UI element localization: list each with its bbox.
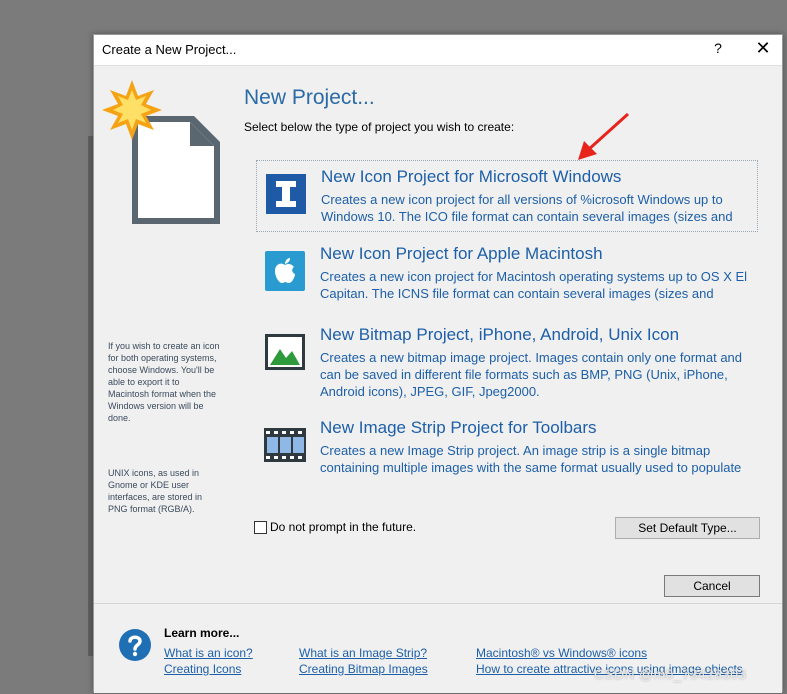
cancel-button[interactable]: Cancel: [664, 575, 760, 597]
dialog-body: If you wish to create an icon for both o…: [94, 65, 782, 603]
apple-icon: [265, 251, 305, 291]
link-what-is-image-strip[interactable]: What is an Image Strip?: [299, 646, 427, 660]
option-title: New Icon Project for Microsoft Windows: [321, 167, 622, 186]
option-title: New Bitmap Project, iPhone, Android, Uni…: [320, 325, 680, 344]
help-button[interactable]: ?: [708, 40, 728, 56]
title-bar: Create a New Project... ? ✕: [94, 35, 782, 65]
link-creating-bitmap-images[interactable]: Creating Bitmap Images: [299, 662, 428, 676]
landscape-image-icon: [265, 334, 305, 370]
new-document-icon: [102, 80, 220, 224]
option-image-strip-project[interactable]: New Image Strip Project for Toolbars Cre…: [256, 412, 758, 484]
annotation-arrow-icon: [578, 112, 630, 160]
link-creating-icons[interactable]: Creating Icons: [164, 662, 241, 676]
option-mac-icon-project[interactable]: New Icon Project for Apple Macintosh Cre…: [256, 238, 758, 310]
unix-hint-note: UNIX icons, as used in Gnome or KDE user…: [108, 468, 203, 514]
option-description: Creates a new icon project for all versi…: [321, 192, 733, 224]
dialog-heading: New Project...: [244, 86, 375, 109]
dialog-subtitle: Select below the type of project you wis…: [244, 120, 515, 134]
windows-hint-note: If you wish to create an icon for both o…: [108, 341, 220, 423]
new-project-dialog: Create a New Project... ? ✕ If you wish …: [93, 34, 783, 693]
link-mac-vs-windows-icons[interactable]: Macintosh® vs Windows® icons: [476, 646, 647, 660]
option-bitmap-project[interactable]: New Bitmap Project, iPhone, Android, Uni…: [256, 319, 758, 399]
csdn-watermark: CSDN @m0_73428303: [594, 666, 747, 682]
window-title: Create a New Project...: [102, 42, 237, 57]
film-strip-icon: [264, 428, 306, 462]
windows-icon: [266, 174, 306, 214]
dont-prompt-label: Do not prompt in the future.: [270, 520, 417, 534]
dont-prompt-checkbox[interactable]: [254, 520, 267, 534]
option-description: Creates a new bitmap image project. Imag…: [320, 350, 743, 399]
option-description: Creates a new icon project for Macintosh…: [320, 269, 748, 301]
option-title: New Icon Project for Apple Macintosh: [320, 244, 603, 263]
learn-more-heading: Learn more...: [164, 626, 240, 640]
help-question-icon: [119, 629, 151, 661]
option-description: Creates a new Image Strip project. An im…: [320, 443, 742, 475]
close-button[interactable]: ✕: [752, 38, 774, 59]
option-title: New Image Strip Project for Toolbars: [320, 418, 597, 437]
option-windows-icon-project[interactable]: New Icon Project for Microsoft Windows C…: [256, 160, 758, 232]
link-what-is-icon[interactable]: What is an icon?: [164, 646, 253, 660]
set-default-type-button[interactable]: Set Default Type...: [615, 517, 760, 539]
dont-prompt-row[interactable]: Do not prompt in the future.: [254, 520, 416, 534]
